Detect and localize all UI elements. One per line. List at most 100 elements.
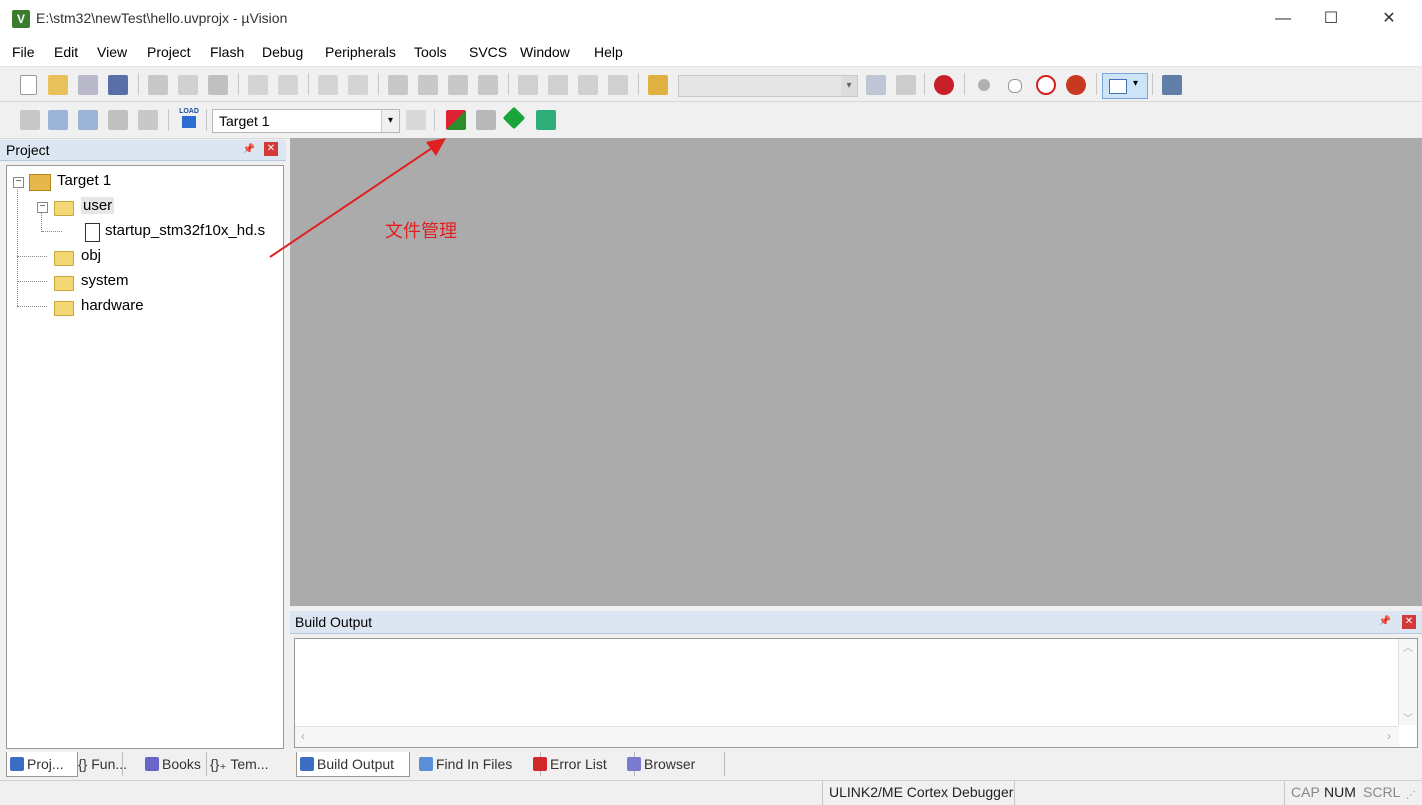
- menu-edit[interactable]: Edit: [54, 44, 78, 60]
- bookmark-toggle-icon[interactable]: [388, 75, 408, 95]
- minimize-button[interactable]: —: [1260, 0, 1306, 38]
- search-combo-input[interactable]: ▾: [678, 75, 858, 97]
- stop-build-icon[interactable]: [138, 110, 158, 130]
- tree-item-group-user[interactable]: user: [81, 197, 115, 214]
- menu-svcs[interactable]: SVCS: [469, 44, 507, 60]
- menu-flash[interactable]: Flash: [210, 44, 244, 60]
- chevron-down-icon[interactable]: ▾: [381, 110, 399, 132]
- breakpoint-disable-all-icon[interactable]: [1036, 75, 1056, 95]
- status-scrl: SCRL: [1363, 784, 1401, 800]
- bookmark-next-icon[interactable]: [448, 75, 468, 95]
- status-cap: CAP: [1291, 784, 1320, 800]
- tab-label: Browser: [644, 756, 696, 772]
- copy-icon[interactable]: [178, 75, 198, 95]
- save-icon[interactable]: [78, 75, 98, 95]
- tab-templates[interactable]: {}₊ Tem...: [206, 752, 270, 776]
- tree-item-group-obj[interactable]: obj: [81, 247, 101, 264]
- menu-help[interactable]: Help: [594, 44, 623, 60]
- load-label: LOAD: [179, 108, 199, 115]
- debug-session-icon[interactable]: [934, 75, 954, 95]
- comment-icon[interactable]: [578, 75, 598, 95]
- annotation-label: 文件管理: [385, 221, 457, 241]
- horizontal-scrollbar[interactable]: ‹ ›: [295, 726, 1399, 747]
- chevron-down-icon[interactable]: ▾: [841, 76, 857, 96]
- folder-open-icon: [54, 201, 74, 216]
- window-layout-dropdown[interactable]: ▾: [1102, 73, 1148, 99]
- options-for-target-icon[interactable]: [406, 110, 426, 130]
- build-output-title: Build Output: [295, 614, 373, 630]
- menu-debug[interactable]: Debug: [262, 44, 303, 60]
- tab-build-output[interactable]: Build Output: [296, 752, 410, 777]
- chevron-left-icon[interactable]: ‹: [301, 729, 305, 743]
- batch-build-icon[interactable]: [108, 110, 128, 130]
- navigate-back-icon[interactable]: [318, 75, 338, 95]
- save-all-icon[interactable]: [108, 75, 128, 95]
- status-bar: [0, 780, 1422, 805]
- tree-item-target[interactable]: Target 1: [57, 172, 111, 189]
- tab-label: Proj...: [27, 756, 64, 772]
- target-icon: [29, 174, 51, 191]
- menu-window[interactable]: Window: [520, 44, 570, 60]
- rebuild-icon[interactable]: [78, 110, 98, 130]
- build-output-text[interactable]: ︿ ﹀ ‹ ›: [294, 638, 1418, 748]
- bookmark-prev-icon[interactable]: [418, 75, 438, 95]
- manage-rte-icon[interactable]: [536, 110, 556, 130]
- find-in-files-icon[interactable]: [648, 75, 668, 95]
- menu-view[interactable]: View: [97, 44, 127, 60]
- close-panel-icon[interactable]: ✕: [1402, 615, 1416, 629]
- resize-grip-icon[interactable]: ⋰: [1406, 790, 1416, 801]
- paste-icon[interactable]: [208, 75, 228, 95]
- bookmark-clear-icon[interactable]: [478, 75, 498, 95]
- navigate-forward-icon[interactable]: [348, 75, 368, 95]
- menu-file[interactable]: File: [12, 44, 35, 60]
- download-load-icon[interactable]: LOAD: [178, 108, 200, 132]
- error-icon: [533, 757, 547, 771]
- breakpoint-enable-icon[interactable]: [1008, 79, 1022, 93]
- menu-peripherals[interactable]: Peripherals: [325, 44, 396, 60]
- folder-icon: [54, 276, 74, 291]
- close-button[interactable]: ✕: [1366, 0, 1412, 38]
- asm-file-icon: [85, 223, 100, 242]
- tree-item-group-hardware[interactable]: hardware: [81, 297, 144, 314]
- select-software-packs-icon[interactable]: [476, 110, 496, 130]
- translate-icon[interactable]: [20, 110, 40, 130]
- maximize-button[interactable]: ☐: [1308, 0, 1354, 38]
- new-file-icon[interactable]: [20, 75, 37, 95]
- tab-project[interactable]: Proj...: [6, 752, 78, 777]
- books-icon: [145, 757, 159, 771]
- open-file-icon[interactable]: [48, 75, 68, 95]
- indent-icon[interactable]: [518, 75, 538, 95]
- tab-find-in-files[interactable]: Find In Files: [416, 752, 541, 776]
- breakpoint-insert-icon[interactable]: [978, 79, 990, 91]
- chevron-up-icon[interactable]: ︿: [1399, 639, 1417, 654]
- undo-icon[interactable]: [248, 75, 268, 95]
- tab-error-list[interactable]: Error List: [530, 752, 635, 776]
- build-icon[interactable]: [48, 110, 68, 130]
- tree-item-file-startup[interactable]: startup_stm32f10x_hd.s: [105, 222, 265, 239]
- collapse-target-icon[interactable]: −: [13, 177, 24, 188]
- find-icon[interactable]: [866, 75, 886, 95]
- pin-icon[interactable]: 📌: [242, 143, 256, 157]
- breakpoint-kill-all-icon[interactable]: [1066, 75, 1086, 95]
- tree-item-group-system[interactable]: system: [81, 272, 129, 289]
- chevron-right-icon[interactable]: ›: [1387, 729, 1391, 743]
- uvision-app-icon: V: [12, 10, 30, 28]
- configuration-wrench-icon[interactable]: [1162, 75, 1182, 95]
- chevron-down-icon[interactable]: ﹀: [1399, 710, 1417, 725]
- incremental-find-icon[interactable]: [896, 75, 916, 95]
- tab-functions[interactable]: {} Fun...: [72, 752, 127, 776]
- tab-browser[interactable]: Browser: [624, 752, 725, 776]
- vertical-scrollbar[interactable]: ︿ ﹀: [1398, 639, 1417, 725]
- status-num: NUM: [1324, 784, 1356, 800]
- tab-books[interactable]: Books: [142, 752, 207, 776]
- pack-installer-icon[interactable]: [502, 106, 526, 130]
- manage-project-items-icon[interactable]: [446, 110, 466, 130]
- pin-icon[interactable]: 📌: [1378, 615, 1392, 629]
- cut-icon[interactable]: [148, 75, 168, 95]
- uncomment-icon[interactable]: [608, 75, 628, 95]
- collapse-group-icon[interactable]: −: [37, 202, 48, 213]
- menu-project[interactable]: Project: [147, 44, 191, 60]
- redo-icon[interactable]: [278, 75, 298, 95]
- unindent-icon[interactable]: [548, 75, 568, 95]
- menu-tools[interactable]: Tools: [414, 44, 447, 60]
